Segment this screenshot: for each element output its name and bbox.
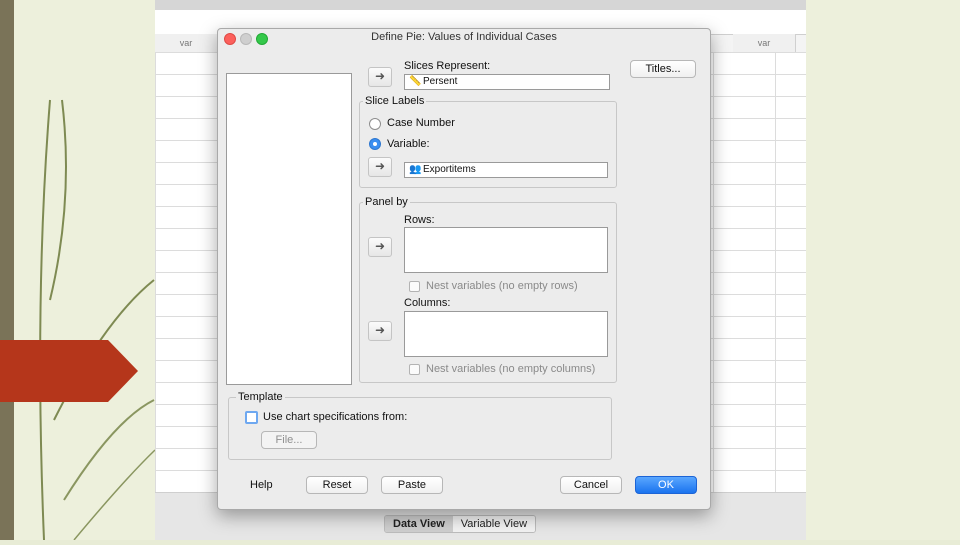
source-variable-list[interactable] [226,73,352,385]
column-header[interactable]: var [155,34,218,52]
tab-data-view[interactable]: Data View [385,516,453,532]
rows-label: Rows: [404,214,435,226]
arrow-right-icon: ➜ [374,323,386,337]
rows-list[interactable] [404,227,608,273]
move-slices-button[interactable]: ➜ [368,67,392,87]
dialog-title: Define Pie: Values of Individual Cases [371,31,557,43]
define-pie-dialog: Define Pie: Values of Individual Cases ➜… [217,28,711,510]
label-variable-field[interactable]: 👥 Exportitems [404,162,608,178]
column-header-label: var [757,38,771,48]
move-label-variable-button[interactable]: ➜ [368,157,392,177]
use-chart-spec-label: Use chart specifications from: [263,411,408,423]
ok-button[interactable]: OK [635,476,697,494]
nest-columns-label: Nest variables (no empty columns) [426,363,596,375]
titles-button[interactable]: Titles... [630,60,696,78]
column-header-label: var [179,38,193,48]
dialog-titlebar: Define Pie: Values of Individual Cases [218,29,710,47]
panel-by-title: Panel by [363,196,410,208]
leaf-decoration [39,99,156,541]
reset-button[interactable]: Reset [306,476,368,494]
slide-left-bar [0,0,14,540]
template-group [228,397,612,460]
slice-labels-title: Slice Labels [363,95,427,107]
help-button[interactable]: Help [250,479,273,491]
label-variable-value: Exportitems [423,164,476,175]
view-tabs: Data View Variable View [384,515,537,533]
slices-represent-field[interactable]: 📏 Persent [404,74,610,90]
case-number-radio[interactable] [369,118,381,130]
nest-rows-checkbox[interactable] [409,281,420,292]
slices-represent-label: Slices Represent: [404,60,491,72]
nominal-variable-icon: 👥 [409,164,422,175]
tab-variable-view[interactable]: Variable View [452,516,536,532]
red-arrow-shape [0,340,138,402]
arrow-right-icon: ➜ [374,69,386,83]
variable-label: Variable: [387,138,430,150]
variable-radio[interactable] [369,138,381,150]
slide-decoration-left [14,0,156,541]
slide-decoration-right [806,0,960,540]
case-number-label: Case Number [387,117,455,129]
arrow-right-icon: ➜ [374,239,386,253]
arrow-right-icon: ➜ [374,159,386,173]
nest-columns-checkbox[interactable] [409,364,420,375]
window-top-strip [155,0,806,10]
paste-button[interactable]: Paste [381,476,443,494]
file-button[interactable]: File... [261,431,317,449]
column-header[interactable]: var [733,34,796,52]
cancel-button[interactable]: Cancel [560,476,622,494]
move-columns-button[interactable]: ➜ [368,321,392,341]
ruler-icon: 📏 [409,76,422,87]
nest-rows-label: Nest variables (no empty rows) [426,280,578,292]
slices-represent-value: Persent [423,76,458,87]
columns-list[interactable] [404,311,608,357]
template-title: Template [236,391,285,403]
use-chart-spec-checkbox[interactable] [245,411,258,424]
move-rows-button[interactable]: ➜ [368,237,392,257]
columns-label: Columns: [404,297,451,309]
